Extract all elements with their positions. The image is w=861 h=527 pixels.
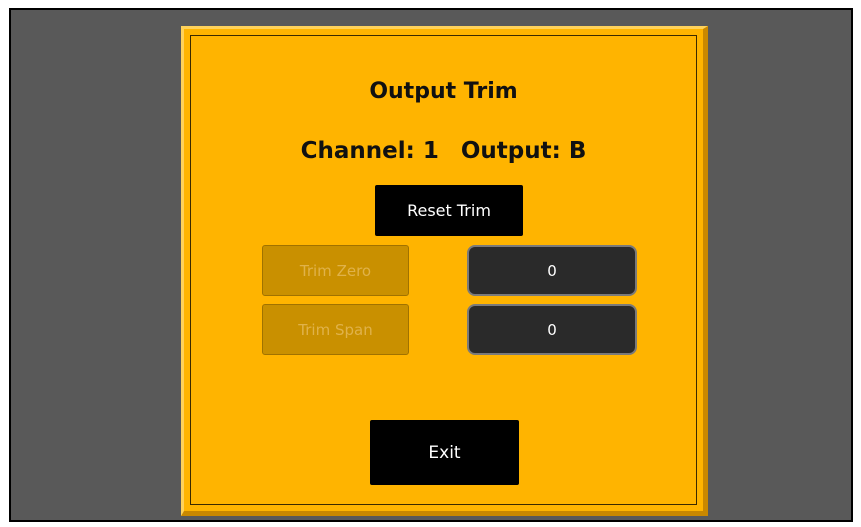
trim-zero-value-field[interactable]: 0: [467, 245, 637, 296]
dialog-title: Output Trim: [369, 79, 518, 104]
channel-output-info: Channel: 1 Output: B: [191, 138, 696, 164]
screen-background: Output Trim Channel: 1 Output: B Reset Tr…: [9, 8, 853, 522]
reset-trim-button[interactable]: Reset Trim: [375, 185, 523, 236]
trim-zero-button: Trim Zero: [262, 245, 409, 296]
channel-label: Channel: 1: [300, 138, 439, 164]
exit-button[interactable]: Exit: [370, 420, 519, 485]
trim-span-button: Trim Span: [262, 304, 409, 355]
trim-span-value-field[interactable]: 0: [467, 304, 637, 355]
output-label: Output: B: [460, 138, 587, 164]
output-trim-dialog: Output Trim Channel: 1 Output: B Reset Tr…: [181, 26, 708, 516]
dialog-inner-border: Output Trim Channel: 1 Output: B Reset Tr…: [190, 35, 697, 505]
